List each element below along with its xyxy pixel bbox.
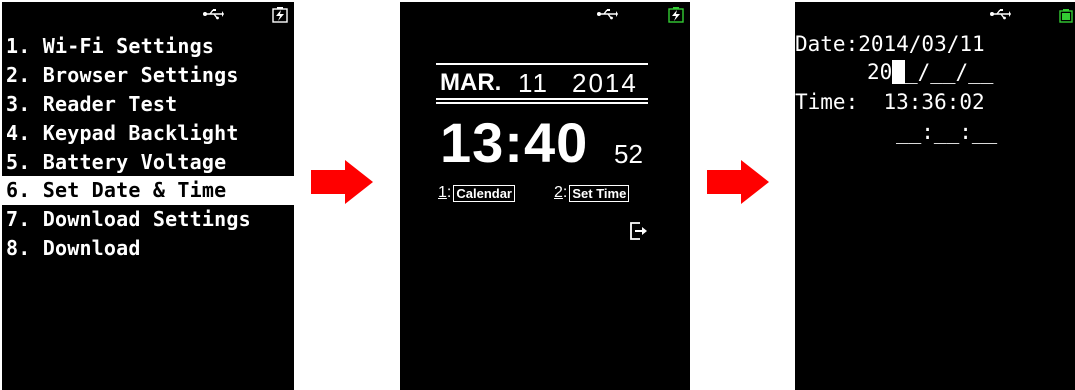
date-input-prefix: 20 (867, 60, 893, 84)
charging-battery-icon (272, 7, 288, 23)
menu-screen: 1. Wi-Fi Settings 2. Browser Settings 3.… (2, 2, 294, 390)
top-rule (436, 63, 648, 65)
clock-screen: MAR. 11 2014 13:40 52 1: Calendar 2: Set… (400, 2, 690, 390)
divider-rule-2 (436, 102, 648, 104)
menu-item-keypad-backlight[interactable]: 4. Keypad Backlight (2, 119, 294, 148)
menu-item-battery-voltage[interactable]: 5. Battery Voltage (2, 148, 294, 177)
menu-item-download[interactable]: 8. Download (2, 234, 294, 263)
menu-item-set-date-time[interactable]: 6. Set Date & Time (2, 176, 294, 206)
calendar-option[interactable]: 1: Calendar (438, 184, 515, 202)
usb-icon (597, 9, 618, 20)
day-label: 11 (518, 68, 549, 98)
calendar-button[interactable]: Calendar (453, 184, 515, 202)
menu-item-reader-test[interactable]: 3. Reader Test (2, 90, 294, 119)
text-cursor (892, 60, 905, 84)
set-time-option[interactable]: 2: Set Time (554, 184, 630, 202)
settings-menu: 1. Wi-Fi Settings 2. Browser Settings 3.… (2, 32, 294, 263)
date-display: MAR. 11 2014 (440, 68, 650, 99)
date-input-fields: _/__/__ (904, 60, 994, 84)
divider-rule (436, 98, 648, 100)
current-date: Date:2014/03/11 (795, 32, 985, 56)
menu-item-wifi-settings[interactable]: 1. Wi-Fi Settings (2, 32, 294, 61)
current-time: Time: 13:36:02 (795, 90, 985, 114)
set-date-time-screen: Date:2014/03/11 20 _/__/__ Time: 13:36:0… (795, 2, 1075, 390)
year-label: 2014 (572, 68, 638, 98)
usb-icon (990, 9, 1011, 20)
right-arrow-icon (707, 160, 769, 204)
time-input[interactable]: __:__:__ (896, 120, 997, 144)
option-number: 1 (438, 184, 447, 201)
option-number: 2 (554, 184, 563, 201)
charging-battery-icon (668, 7, 684, 23)
menu-item-browser-settings[interactable]: 2. Browser Settings (2, 61, 294, 90)
usb-icon (203, 9, 224, 20)
clock-time: 13:40 (440, 111, 589, 174)
set-time-button[interactable]: Set Time (569, 184, 630, 202)
menu-item-download-settings[interactable]: 7. Download Settings (2, 205, 294, 234)
right-arrow-icon (311, 160, 373, 204)
clock-seconds: 52 (614, 139, 643, 169)
date-input[interactable]: 20 _/__/__ (867, 60, 993, 84)
battery-full-icon (1059, 9, 1073, 23)
exit-icon[interactable] (628, 221, 648, 241)
month-label: MAR. (440, 69, 502, 96)
